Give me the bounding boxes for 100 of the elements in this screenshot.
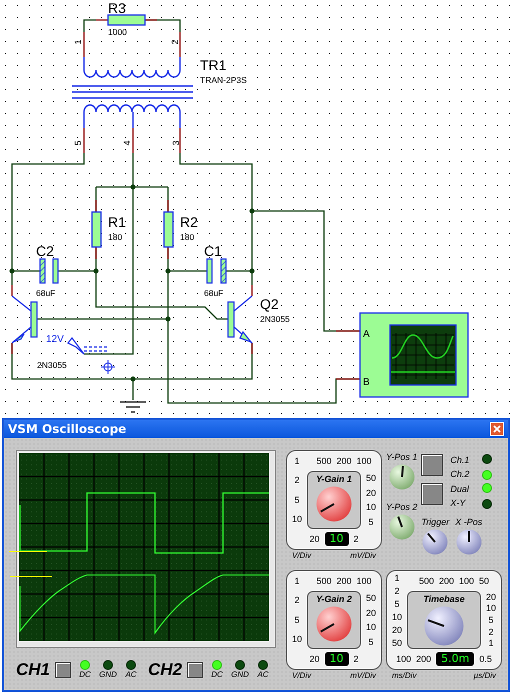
scale-number: 200 xyxy=(438,576,454,586)
scale-number: 100 xyxy=(396,654,412,664)
scale-number: 2 xyxy=(354,654,359,664)
scale-number: 50 xyxy=(366,473,376,484)
scale-number: 1 xyxy=(294,456,300,466)
scale-number: 50 xyxy=(366,593,376,604)
mode-label: X-Y xyxy=(450,498,467,508)
trace-marker xyxy=(9,551,47,552)
input-label: B xyxy=(363,377,370,388)
scale-number: 10 xyxy=(486,603,496,614)
component-reference: TR1 xyxy=(200,57,226,73)
dial-knob[interactable] xyxy=(316,606,352,642)
scale-number: 10 xyxy=(392,612,402,622)
scale-number: 2 xyxy=(294,595,300,606)
scale-number: 20 xyxy=(392,624,402,634)
scale-number: 10 xyxy=(292,634,302,644)
scale-number: 0.5 xyxy=(479,654,492,664)
component-value: 68uF xyxy=(36,288,56,298)
channel-button[interactable] xyxy=(55,662,72,678)
component-value: 68uF xyxy=(204,288,224,298)
component-reference: R3 xyxy=(108,0,126,16)
scale-number: 1 xyxy=(394,572,400,582)
scale-number: 2 xyxy=(294,475,300,486)
mode-button[interactable] xyxy=(421,454,444,476)
component-value: 2N3055 xyxy=(260,314,290,324)
scale-number: 20 xyxy=(366,608,376,618)
unit-label: µs/Div xyxy=(474,671,496,680)
mode-label: Ch.2 xyxy=(450,469,470,479)
mode-label: Dual xyxy=(450,484,470,494)
component-reference: R2 xyxy=(180,214,198,230)
unit-label: ms/Div xyxy=(392,671,416,680)
pin-number: 2 xyxy=(170,40,180,44)
knob-label: Y-Pos 1 xyxy=(386,452,418,462)
coupling-label: AC xyxy=(257,670,269,679)
component-reference: C2 xyxy=(36,243,54,259)
mode-label: Ch.1 xyxy=(450,455,470,465)
scale-number: 2 xyxy=(354,534,359,544)
scale-number: 5 xyxy=(294,614,300,625)
scale-number: 20 xyxy=(486,592,496,602)
dial-readout: 10 xyxy=(324,532,348,546)
pin-number: 4 xyxy=(122,140,132,146)
window-title: VSM Oscilloscope xyxy=(8,422,126,436)
knob-label: Y-Pos 2 xyxy=(386,502,418,512)
scale-number: 20 xyxy=(309,534,320,544)
control-knob[interactable] xyxy=(422,529,448,555)
position-knob[interactable] xyxy=(388,464,415,490)
pin-number: 1 xyxy=(73,40,83,44)
close-button[interactable] xyxy=(490,422,504,436)
component-value: 180 xyxy=(108,232,122,242)
dial-title: Y-Gain 1 xyxy=(316,474,352,484)
input-label: A xyxy=(363,329,370,340)
component-value: 180 xyxy=(180,232,194,242)
dial-knob[interactable] xyxy=(424,606,464,646)
component-reference: C1 xyxy=(204,243,222,259)
unit-label: V/Div xyxy=(292,551,312,560)
scale-number: 5 xyxy=(368,516,374,527)
pin-number: 3 xyxy=(171,140,181,146)
knob-label: X -Pos xyxy=(455,517,482,527)
scale-number: 5 xyxy=(394,598,400,608)
scale-number: 500 xyxy=(316,576,332,586)
scale-number: 500 xyxy=(418,576,434,586)
scale-number: 50 xyxy=(392,638,402,648)
channel-button[interactable] xyxy=(187,662,204,678)
scale-number: 5 xyxy=(368,636,374,647)
scale-number: 20 xyxy=(366,488,376,498)
scale-number: 20 xyxy=(309,654,320,664)
trace-marker xyxy=(10,576,52,577)
component-value: 2N3055 xyxy=(37,360,67,370)
scale-number: 100 xyxy=(356,576,372,586)
scale-number: 1 xyxy=(294,576,300,586)
source-voltage: 12V xyxy=(46,334,64,345)
channel-label: CH2 xyxy=(148,660,182,680)
unit-label: V/Div xyxy=(292,671,312,680)
scale-number: 5 xyxy=(488,614,494,625)
pin-number: 5 xyxy=(73,140,83,146)
scale-number: 2 xyxy=(488,626,494,637)
knob-label: Trigger xyxy=(421,517,450,527)
position-knob[interactable] xyxy=(388,514,415,540)
coupling-label: GND xyxy=(231,670,249,679)
mode-button[interactable] xyxy=(421,483,444,505)
scale-number: 2 xyxy=(394,586,400,596)
unit-label: mV/Div xyxy=(350,551,376,560)
dial-knob[interactable] xyxy=(316,486,352,522)
scale-number: 10 xyxy=(366,502,376,512)
component-value: 1000 xyxy=(108,27,127,37)
channel-label: CH1 xyxy=(16,660,50,680)
coupling-label: DC xyxy=(79,670,91,679)
component-value: TRAN-2P3S xyxy=(200,75,247,85)
control-knob[interactable] xyxy=(456,529,482,555)
scale-number: 5 xyxy=(294,494,300,505)
scale-number: 100 xyxy=(459,576,474,586)
scale-number: 50 xyxy=(479,576,490,586)
scale-number: 100 xyxy=(356,456,372,466)
dial-readout: 10 xyxy=(324,652,348,666)
component-reference: Q2 xyxy=(260,296,279,312)
coupling-label: DC xyxy=(211,670,223,679)
scale-number: 200 xyxy=(336,456,352,466)
dial-title: Y-Gain 2 xyxy=(316,594,352,604)
unit-label: mV/Div xyxy=(350,671,376,680)
component-reference: R1 xyxy=(108,214,126,230)
